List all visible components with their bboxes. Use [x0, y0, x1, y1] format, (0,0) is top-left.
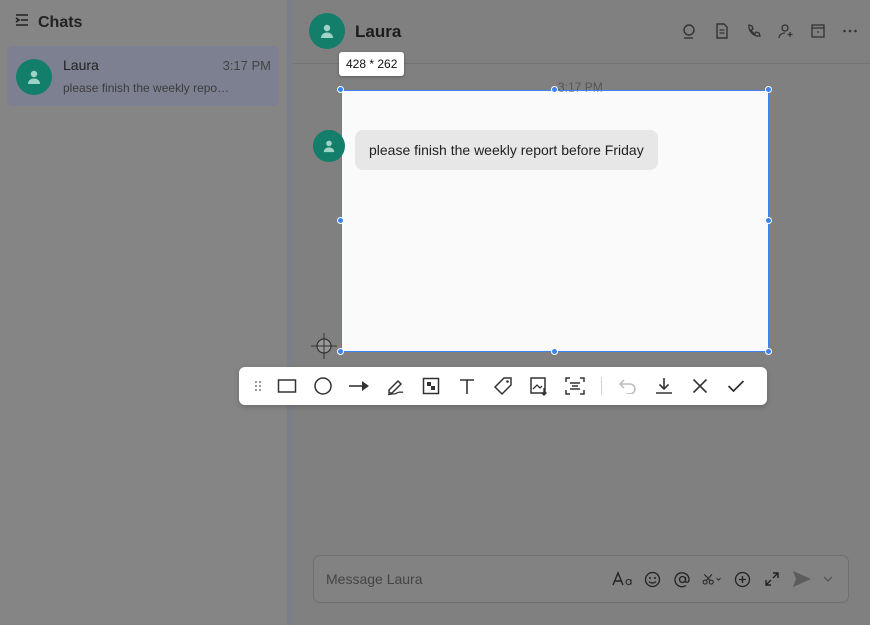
resize-handle-bottom-left[interactable] — [337, 348, 344, 355]
undo-icon[interactable] — [610, 371, 646, 401]
close-icon[interactable] — [682, 371, 718, 401]
chat-time: 3:17 PM — [222, 58, 271, 73]
confirm-icon[interactable] — [718, 371, 754, 401]
user-icon — [28, 70, 40, 84]
search-icon[interactable] — [680, 20, 700, 42]
collapse-sidebar-icon[interactable] — [14, 12, 30, 33]
chat-preview: please finish the weekly report before F… — [63, 81, 231, 95]
contact-name: Laura — [355, 22, 402, 41]
send-icon[interactable] — [792, 568, 812, 590]
download-icon[interactable] — [646, 371, 682, 401]
phone-icon[interactable] — [744, 20, 764, 42]
message-input[interactable] — [314, 556, 584, 602]
pin-image-icon[interactable] — [521, 371, 557, 401]
sidebar: Chats Laura 3:17 PM please finish the we… — [0, 0, 288, 625]
selection-size-label: 428 * 262 — [339, 52, 405, 76]
calendar-icon[interactable] — [808, 20, 828, 42]
text-icon[interactable] — [449, 371, 485, 401]
add-member-icon[interactable] — [776, 20, 796, 42]
mosaic-icon[interactable] — [413, 371, 449, 401]
emoji-icon[interactable] — [642, 568, 662, 590]
toolbar-divider — [601, 377, 602, 395]
avatar — [16, 59, 52, 95]
document-icon[interactable] — [712, 20, 732, 42]
sidebar-header: Chats — [14, 12, 82, 33]
format-text-icon[interactable] — [612, 568, 632, 590]
drag-handle-icon[interactable] — [251, 371, 265, 401]
chevron-down-icon[interactable] — [822, 568, 834, 590]
resize-handle-bottom-right[interactable] — [765, 348, 772, 355]
more-icon[interactable] — [840, 20, 860, 42]
screenshot-selection[interactable]: 3:17 PM please finish the weekly report … — [341, 90, 769, 352]
screenshot-toolbar — [239, 367, 767, 405]
ocr-icon[interactable] — [557, 371, 593, 401]
resize-handle-top-left[interactable] — [337, 86, 344, 93]
contact-avatar[interactable] — [309, 13, 345, 49]
expand-icon[interactable] — [762, 568, 782, 590]
circle-icon[interactable] — [305, 371, 341, 401]
tag-icon[interactable] — [485, 371, 521, 401]
header-actions — [680, 20, 860, 42]
sidebar-title: Chats — [38, 13, 83, 31]
resize-handle-bottom[interactable] — [551, 348, 558, 355]
rectangle-icon[interactable] — [269, 371, 305, 401]
resize-handle-top-right[interactable] — [765, 86, 772, 93]
composer-tools — [612, 568, 834, 590]
message-composer — [313, 555, 849, 603]
selection-message-avatar — [313, 130, 345, 162]
resize-handle-left[interactable] — [337, 217, 344, 224]
arrow-icon[interactable] — [341, 371, 377, 401]
add-icon[interactable] — [732, 568, 752, 590]
resize-handle-right[interactable] — [765, 217, 772, 224]
pen-icon[interactable] — [377, 371, 413, 401]
chat-list-item[interactable]: Laura 3:17 PM please finish the weekly r… — [7, 46, 279, 106]
selection-message-bubble: please finish the weekly report before F… — [355, 130, 658, 170]
scissors-icon[interactable] — [702, 568, 722, 590]
chat-name: Laura — [63, 57, 99, 73]
crosshair-cursor-icon — [311, 333, 337, 364]
resize-handle-top[interactable] — [551, 86, 558, 93]
mention-icon[interactable] — [672, 568, 692, 590]
selection-timestamp: 3:17 PM — [558, 91, 603, 95]
